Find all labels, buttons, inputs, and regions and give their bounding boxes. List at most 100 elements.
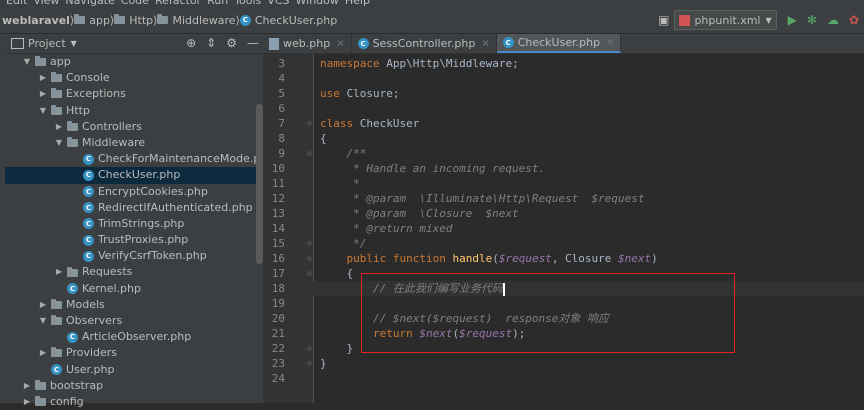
project-panel-title[interactable]: Project xyxy=(28,37,66,50)
tree-folder[interactable]: ▶ Models xyxy=(5,297,263,313)
tree-file[interactable]: C ArticleObserver.php xyxy=(5,329,263,345)
tree-scrollbar[interactable] xyxy=(256,104,263,264)
breadcrumb: weblaravel ⟩ app ⟩ Http ⟩ Middleware ⟩ C CheckUse… xyxy=(0,14,337,27)
fold-icon[interactable]: ⊖ xyxy=(307,146,312,161)
breadcrumb-item[interactable]: app xyxy=(74,14,110,27)
code-editor[interactable]: 3 namespace App\Http\Middleware; 4 5 use Clo… xyxy=(263,54,864,403)
tree-folder[interactable]: ▼ Http xyxy=(5,103,263,119)
collapsed-arrow-icon[interactable]: ▶ xyxy=(21,394,33,410)
menu-item[interactable]: Run xyxy=(207,0,228,7)
code-token: CheckUser xyxy=(359,117,420,130)
tree-folder[interactable]: ▶ Controllers xyxy=(5,119,263,135)
menu-item[interactable]: Navigate xyxy=(65,0,114,7)
editor-tab[interactable]: C CheckUser.php × xyxy=(496,34,622,53)
folder-icon xyxy=(51,88,62,99)
tree-folder[interactable]: ▶ config xyxy=(5,394,263,410)
tree-file[interactable]: C EncryptCookies.php xyxy=(5,184,263,200)
tree-folder[interactable]: ▶ Exceptions xyxy=(5,86,263,102)
coverage-icon[interactable]: ☁ xyxy=(827,13,839,27)
collapsed-arrow-icon[interactable]: ▶ xyxy=(37,345,49,361)
breadcrumb-label: Middleware xyxy=(172,13,236,27)
expanded-arrow-icon[interactable]: ▼ xyxy=(21,54,33,70)
menu-item[interactable]: View xyxy=(33,0,59,7)
tree-file[interactable]: C User.php xyxy=(5,362,263,378)
collapsed-arrow-icon[interactable]: ▶ xyxy=(53,119,65,135)
fold-icon[interactable]: ⊖ xyxy=(307,356,312,371)
line-number: 5 xyxy=(278,87,285,100)
menu-item[interactable]: Window xyxy=(296,0,339,7)
php-class-icon: C xyxy=(83,234,94,246)
expanded-arrow-icon[interactable]: ▼ xyxy=(53,135,65,151)
tree-file[interactable]: C CheckForMaintenanceMode.php xyxy=(5,151,274,167)
breadcrumb-item[interactable]: C CheckUser.php xyxy=(239,14,337,27)
menu-item[interactable]: Edit xyxy=(6,0,27,7)
tab-label: CheckUser.php xyxy=(517,36,601,49)
folder-icon xyxy=(51,104,62,115)
tree-file[interactable]: C TrimStrings.php xyxy=(5,216,263,232)
php-class-icon: C xyxy=(502,37,514,48)
profile-icon[interactable]: ✿ xyxy=(849,13,859,27)
collapsed-arrow-icon[interactable]: ▶ xyxy=(37,70,49,86)
tree-file[interactable]: C VerifyCsrfToken.php xyxy=(5,248,263,264)
gear-icon[interactable]: ⚙ xyxy=(226,36,237,50)
editor-tab[interactable]: C SessController.php × xyxy=(352,34,497,53)
menu-item[interactable]: VCS xyxy=(267,0,289,7)
close-icon[interactable]: × xyxy=(336,38,344,49)
line-number: 21 xyxy=(271,327,285,340)
tree-folder[interactable]: ▶ Providers xyxy=(5,345,263,361)
locate-icon[interactable]: ⊕ xyxy=(186,36,196,50)
line-number: 6 xyxy=(278,102,285,115)
menu-item[interactable]: Refactor xyxy=(155,0,201,7)
fold-icon[interactable]: ⊖ xyxy=(307,251,312,266)
line-number: 20 xyxy=(271,312,285,325)
expanded-arrow-icon[interactable]: ▼ xyxy=(37,103,49,119)
close-icon[interactable]: × xyxy=(481,38,489,49)
tree-folder[interactable]: ▼ Middleware xyxy=(5,135,263,151)
menu-item[interactable]: Help xyxy=(345,0,370,7)
collapsed-arrow-icon[interactable]: ▶ xyxy=(21,378,33,394)
breadcrumb-item[interactable]: Http xyxy=(114,14,153,27)
collapse-icon[interactable]: ⇕ xyxy=(206,36,216,50)
fold-icon[interactable]: ⊖ xyxy=(307,236,312,251)
collapsed-arrow-icon[interactable]: ▶ xyxy=(37,297,49,313)
menu-item[interactable]: Code xyxy=(121,0,149,7)
editor-tab[interactable]: web.php × xyxy=(263,34,352,53)
debug-icon[interactable]: ✻ xyxy=(807,13,817,27)
breadcrumb-item[interactable]: Middleware xyxy=(157,13,236,27)
run-config-selector[interactable]: phpunit.xml ▼ xyxy=(674,10,777,30)
php-class-icon: C xyxy=(51,364,62,376)
tree-folder[interactable]: ▶ Requests xyxy=(5,264,263,280)
fold-icon[interactable]: ⊖ xyxy=(307,266,312,281)
php-class-icon: C xyxy=(83,153,94,165)
tree-folder[interactable]: ▼ Observers xyxy=(5,313,263,329)
tree-file[interactable]: C TrustProxies.php xyxy=(5,232,263,248)
tree-item-label: config xyxy=(50,394,84,408)
tree-item-label: Controllers xyxy=(82,119,142,133)
project-tree: ▼ app ▶ Console ▶ Exceptions ▼ Http ▶ Controllers… xyxy=(5,54,274,410)
breadcrumb-item[interactable]: weblaravel xyxy=(2,14,70,27)
fold-icon[interactable]: ⊖ xyxy=(307,341,312,356)
tree-file[interactable]: C Kernel.php xyxy=(5,281,263,297)
tree-item-label: Observers xyxy=(66,314,123,327)
line-number: 22 xyxy=(271,342,285,355)
collapsed-arrow-icon[interactable]: ▶ xyxy=(53,264,65,280)
collapsed-arrow-icon[interactable]: ▶ xyxy=(37,86,49,102)
code-token: { xyxy=(320,267,354,280)
tree-item-label: app xyxy=(50,55,71,68)
chevron-down-icon[interactable]: ▼ xyxy=(71,39,77,48)
tree-file[interactable]: C CheckUser.php xyxy=(5,167,263,184)
fold-icon[interactable]: ⊖ xyxy=(307,116,312,131)
tree-folder[interactable]: ▶ Console xyxy=(5,70,263,86)
comment-token: * xyxy=(320,177,360,190)
frame-icon[interactable]: ▣ xyxy=(658,13,669,27)
tree-file[interactable]: C RedirectIfAuthenticated.php xyxy=(5,200,263,216)
hide-icon[interactable]: — xyxy=(247,36,259,50)
code-line: 24 xyxy=(263,371,864,386)
tab-label: web.php xyxy=(283,37,331,50)
run-icon[interactable]: ▶ xyxy=(788,13,797,27)
expanded-arrow-icon[interactable]: ▼ xyxy=(37,313,49,329)
close-icon[interactable]: × xyxy=(606,37,614,48)
tree-folder[interactable]: ▼ app xyxy=(5,54,263,70)
menu-item[interactable]: Tools xyxy=(234,0,261,7)
tree-folder[interactable]: ▶ bootstrap xyxy=(5,378,263,394)
